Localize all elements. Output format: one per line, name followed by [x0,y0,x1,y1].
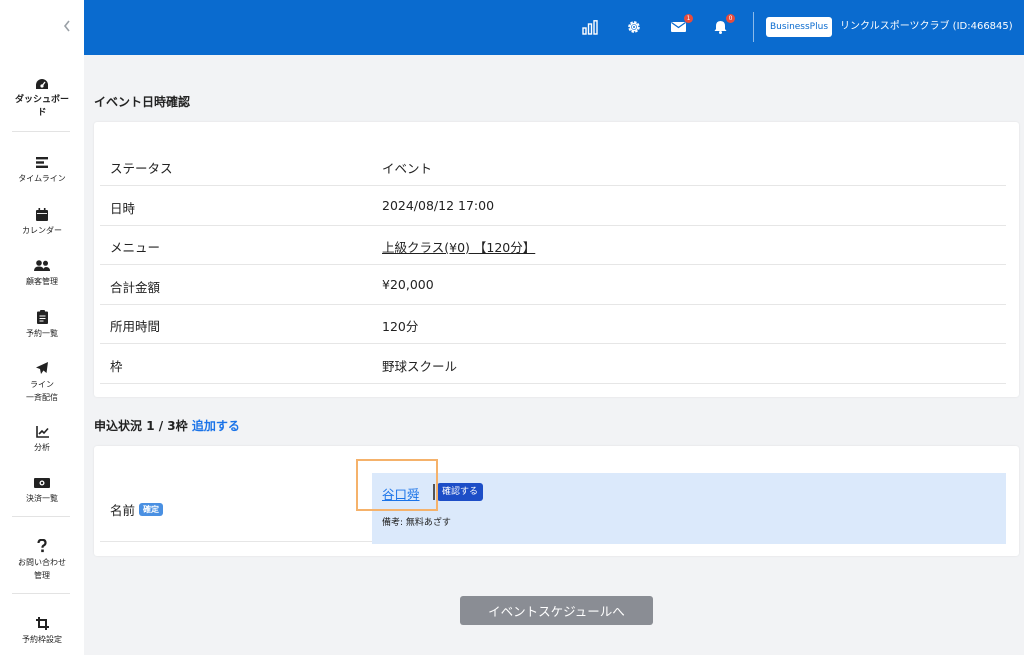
money-bill-icon [34,478,50,488]
applicant-cell: 谷口舜 確認する 備考: 無料あざす [372,473,1006,544]
application-status-title: 申込状況 1 / 3枠 追加する [94,417,240,434]
applicant-row: 名前 確定 谷口舜 確認する 備考: 無料あざす [100,448,1006,544]
detail-row-total: 合計金額 ¥20,000 [100,265,1006,305]
mail-badge: 1 [684,14,693,23]
row-label: 日時 [110,201,136,216]
mail-icon[interactable]: 1 [668,14,693,37]
sidebar-item-label: ダッシュボー ド [14,95,69,118]
chart-line-icon [35,426,49,438]
row-value: イベント [382,161,433,176]
detail-row-status: ステータス イベント [100,146,1006,186]
row-label: 所用時間 [110,319,161,334]
name-label: 名前 [110,503,136,518]
applicant-note: 備考: 無料あざす [382,518,451,528]
sidebar: ダッシュボー ド タイムライン カレンダー 顧客管理 予約一覧 ライン 一斉配信… [0,0,84,655]
detail-row-datetime: 日時 2024/08/12 17:00 [100,186,1006,226]
paper-plane-icon [36,362,48,374]
row-value: 2024/08/12 17:00 [382,198,495,213]
sidebar-item-payments[interactable]: 決済一覧 [0,477,84,505]
add-applicant-link[interactable]: 追加する [192,419,240,433]
sidebar-item-label: 予約一覧 [26,329,58,338]
clipboard-icon [36,310,48,324]
sidebar-item-label: タイムライン [18,174,66,183]
sidebar-item-dashboard[interactable]: ダッシュボー ド [0,78,84,120]
event-schedule-button[interactable]: イベントスケジュールへ [460,596,653,625]
sidebar-item-label: ライン 一斉配信 [26,380,58,402]
sidebar-item-inquiries[interactable]: お問い合わせ 管理 [0,539,84,582]
row-value: 120分 [382,319,419,334]
row-label: ステータス [110,161,173,176]
event-details-card: ステータス イベント 日時 2024/08/12 17:00 メニュー 上級クラ… [94,122,1019,397]
sidebar-item-timeline[interactable]: タイムライン [0,156,84,185]
sidebar-item-calendar[interactable]: カレンダー [0,208,84,237]
chevron-left-icon[interactable] [60,16,74,36]
detail-row-menu: メニュー 上級クラス(¥0) 【120分】 [100,225,1006,265]
plan-badge: BusinessPlus [766,17,833,37]
sidebar-item-line-broadcast[interactable]: ライン 一斉配信 [0,361,84,404]
sidebar-item-label: 決済一覧 [26,494,58,503]
row-label: 枠 [110,359,123,374]
sidebar-item-customers[interactable]: 顧客管理 [0,260,84,288]
sidebar-divider [12,516,70,517]
status-badge: 確定 [139,503,164,516]
question-icon [37,539,47,553]
sidebar-item-label: 顧客管理 [26,277,58,286]
sidebar-item-label: お問い合わせ 管理 [18,558,66,580]
bar-chart-icon[interactable] [580,17,600,37]
bell-icon[interactable]: 0 [710,14,735,37]
row-label: メニュー [110,240,161,255]
header-divider [753,12,754,42]
row-value: ¥20,000 [382,277,434,292]
detail-row-slot: 枠 野球スクール [100,344,1006,384]
gauge-icon [36,79,48,89]
users-icon [34,260,50,271]
sidebar-item-label: 分析 [34,443,50,452]
calendar-icon [36,208,48,221]
sidebar-divider [12,131,70,132]
menu-link[interactable]: 上級クラス(¥0) 【120分】 [382,237,535,256]
top-header: 1 0 BusinessPlus リンクルスポーツクラブ (ID:466845) [84,0,1024,55]
application-status-label: 申込状況 [94,419,143,433]
highlight-box [356,459,438,511]
row-label: 合計金額 [110,280,161,295]
row-value: 野球スクール [382,359,458,374]
sidebar-item-reservations[interactable]: 予約一覧 [0,310,84,340]
sidebar-divider [12,593,70,594]
timeline-icon [36,157,48,168]
confirm-button[interactable]: 確認する [437,483,484,501]
sidebar-item-slot-settings[interactable]: 予約枠設定 [0,617,84,646]
page-title: イベント日時確認 [94,95,191,109]
sidebar-item-label: 予約枠設定 [22,635,62,644]
sidebar-item-label: カレンダー [22,226,62,235]
gear-icon[interactable] [624,17,644,37]
crop-icon [35,617,49,630]
detail-row-duration: 所用時間 120分 [100,304,1006,344]
slot-count: 1 / 3枠 [146,419,188,433]
bell-badge: 0 [726,14,735,23]
sidebar-item-analytics[interactable]: 分析 [0,426,84,454]
company-name[interactable]: リンクルスポーツクラブ (ID:466845) [840,19,1013,35]
name-label-group: 名前 確定 [110,500,164,519]
application-card: 名前 確定 谷口舜 確認する 備考: 無料あざす [94,446,1019,556]
